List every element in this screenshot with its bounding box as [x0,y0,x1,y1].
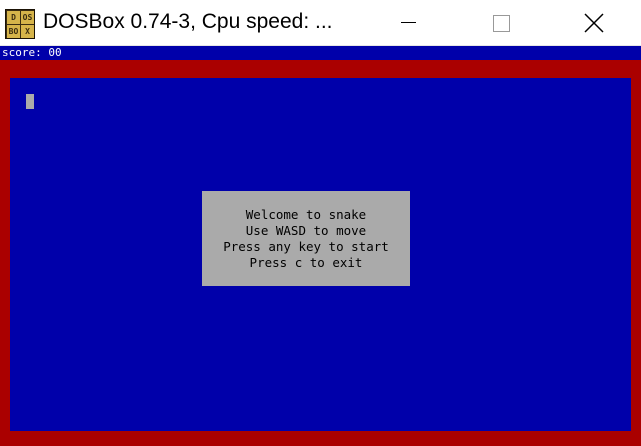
icon-letters-bo: BO [7,25,20,38]
dos-screen[interactable]: score: 00 Welcome to snake Use WASD to m… [0,46,641,446]
dialog-line-controls: Use WASD to move [245,223,367,238]
dialog-line-welcome: Welcome to snake [245,207,367,222]
dialog-line-exit: Press c to exit [249,255,363,270]
close-button[interactable] [571,0,617,46]
window-title: DOSBox 0.74-3, Cpu speed: ... [43,10,333,33]
maximize-icon [493,15,510,32]
icon-letters-x: X [21,25,34,38]
score-display: score: 00 [2,46,62,59]
dosbox-window: D OS BO X DOSBox 0.74-3, Cpu speed: ... … [0,0,641,446]
dosbox-icon[interactable]: D OS BO X [5,9,35,39]
close-icon [584,13,604,33]
welcome-dialog: Welcome to snake Use WASD to move Press … [202,191,410,286]
game-playfield: Welcome to snake Use WASD to move Press … [10,78,631,431]
title-bar[interactable]: D OS BO X DOSBox 0.74-3, Cpu speed: ... [0,0,641,46]
status-line: score: 00 [0,46,641,60]
minimize-button[interactable] [385,0,431,46]
minimize-icon [401,22,416,23]
snake-head [26,94,34,109]
maximize-button[interactable] [478,0,524,46]
icon-letters-os: OS [21,11,34,24]
dialog-line-start: Press any key to start [223,239,389,254]
icon-letters-dos: D [7,11,20,24]
